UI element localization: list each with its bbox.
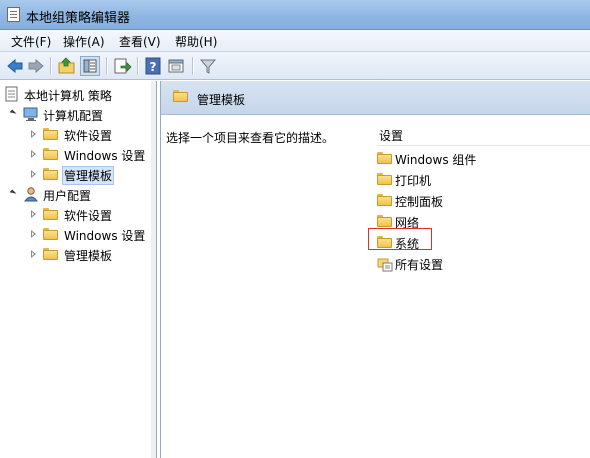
up-folder-icon[interactable]: [57, 56, 77, 76]
collapsed-arrow-icon[interactable]: [31, 170, 36, 178]
content-header: 管理模板: [161, 81, 590, 115]
user-icon: [23, 187, 39, 202]
menu-view[interactable]: 查看(V): [117, 33, 163, 50]
collapsed-arrow-icon[interactable]: [31, 230, 36, 238]
window-title: 本地组策略编辑器: [26, 11, 131, 26]
folder-icon: [43, 148, 58, 160]
content-header-title: 管理模板: [197, 93, 246, 107]
folder-icon: [43, 248, 58, 260]
folder-icon: [43, 208, 58, 220]
tree-root[interactable]: 本地计算机 策略: [0, 84, 150, 104]
menu-file[interactable]: 文件(F): [9, 33, 53, 50]
computer-icon: [23, 107, 38, 121]
tree-windows-label: Windows 设置: [64, 229, 146, 243]
folder-icon: [377, 215, 392, 227]
list-item-label: Windows 组件: [395, 153, 477, 167]
tree-root-label: 本地计算机 策略: [24, 89, 112, 103]
tree-pane: 本地计算机 策略 计算机配置 软件设置 Windows 设置 管理模板 用户配置: [0, 81, 157, 458]
folder-icon: [173, 90, 188, 102]
list-item-windows-components[interactable]: Windows 组件: [377, 149, 577, 169]
list-item-control-panel[interactable]: 控制面板: [377, 191, 577, 211]
group-policy-editor-window: 本地组策略编辑器 文件(F) 操作(A) 查看(V) 帮助(H) ? 本地计算机…: [0, 0, 590, 458]
collapsed-arrow-icon[interactable]: [31, 210, 36, 218]
tree-item-computer-config[interactable]: 计算机配置: [0, 104, 150, 124]
list-item-label: 打印机: [395, 174, 432, 188]
tree-admin-label: 管理模板: [62, 166, 115, 185]
collapsed-arrow-icon[interactable]: [31, 250, 36, 258]
tree-item-user-admin[interactable]: 管理模板: [0, 244, 150, 264]
back-icon[interactable]: [5, 56, 25, 76]
svg-text:?: ?: [150, 60, 157, 74]
description-text: 选择一个项目来查看它的描述。: [166, 131, 335, 145]
tree-software-label: 软件设置: [64, 129, 113, 143]
folder-icon: [43, 228, 58, 240]
expanded-arrow-icon[interactable]: [9, 109, 17, 117]
tree-windows-label: Windows 设置: [64, 149, 146, 163]
tree-software-label: 软件设置: [64, 209, 113, 223]
tree-admin-label: 管理模板: [64, 249, 113, 263]
filter-icon[interactable]: [198, 56, 218, 76]
tree-item-user-windows[interactable]: Windows 设置: [0, 224, 150, 244]
list-item-label: 控制面板: [395, 195, 444, 209]
collapsed-arrow-icon[interactable]: [31, 150, 36, 158]
folder-icon: [43, 128, 58, 140]
show-hide-tree-icon[interactable]: [80, 56, 100, 76]
expanded-arrow-icon[interactable]: [9, 189, 17, 197]
settings-list: 设置 Windows 组件 打印机 控制面板 网络 系统 所有设置: [369, 121, 590, 458]
folder-icon: [377, 173, 392, 185]
tree-item-user-config[interactable]: 用户配置: [0, 184, 150, 204]
toolbar: ?: [0, 52, 590, 80]
menu-help[interactable]: 帮助(H): [173, 33, 219, 50]
folder-icon: [377, 194, 392, 206]
menu-bar: 文件(F) 操作(A) 查看(V) 帮助(H): [0, 30, 590, 52]
app-icon: [7, 7, 20, 22]
list-item-printers[interactable]: 打印机: [377, 170, 577, 190]
column-header-setting[interactable]: 设置: [379, 127, 403, 144]
properties-icon[interactable]: [166, 56, 186, 76]
tree-item-computer-admin[interactable]: 管理模板: [0, 164, 150, 185]
tree-computer-config-label: 计算机配置: [43, 109, 104, 123]
export-list-icon[interactable]: [112, 56, 132, 76]
highlight-annotation: [368, 228, 432, 250]
content-pane: 管理模板 选择一个项目来查看它的描述。 设置 Windows 组件 打印机 控制…: [160, 81, 590, 458]
folder-icon: [377, 152, 392, 164]
forward-icon[interactable]: [26, 56, 46, 76]
title-bar: 本地组策略编辑器: [0, 0, 590, 30]
collapsed-arrow-icon[interactable]: [31, 130, 36, 138]
tree-item-computer-software[interactable]: 软件设置: [0, 124, 150, 144]
tree-user-config-label: 用户配置: [43, 189, 92, 203]
tree-item-user-software[interactable]: 软件设置: [0, 204, 150, 224]
menu-action[interactable]: 操作(A): [61, 33, 107, 50]
help-icon[interactable]: ?: [143, 56, 163, 76]
list-item-label: 所有设置: [395, 258, 444, 272]
folder-icon: [43, 168, 58, 180]
tree-item-computer-windows[interactable]: Windows 设置: [0, 144, 150, 164]
policy-document-icon: [5, 86, 18, 102]
all-settings-icon: [377, 258, 393, 272]
list-item-all-settings[interactable]: 所有设置: [377, 254, 577, 274]
